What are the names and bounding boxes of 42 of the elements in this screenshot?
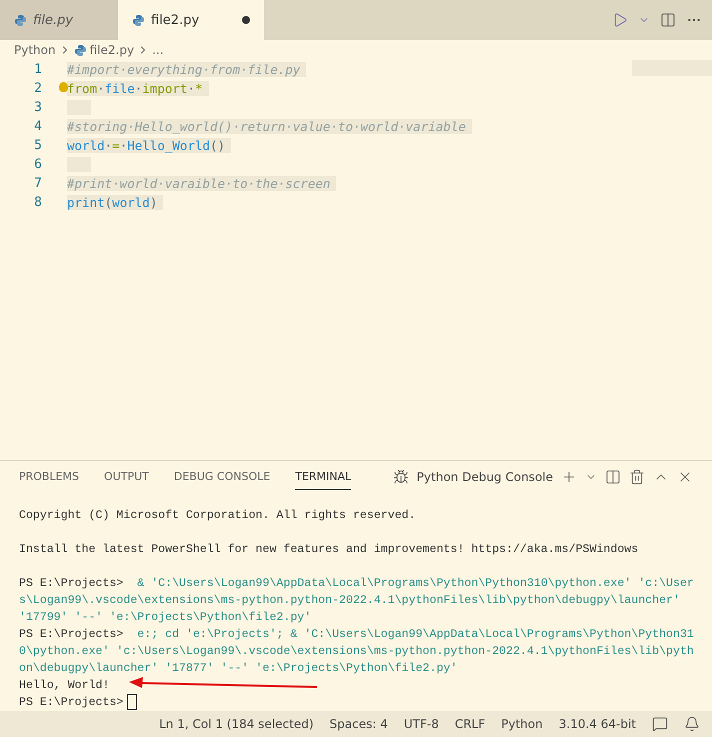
line-number: 3 xyxy=(33,100,42,115)
panel-tab[interactable]: TERMINAL xyxy=(295,464,352,490)
feedback-icon[interactable] xyxy=(652,716,668,732)
line-number: 6 xyxy=(33,157,42,172)
line-number: 8 xyxy=(33,195,42,210)
line-number: 4 xyxy=(33,119,42,134)
python-file-icon xyxy=(132,14,145,26)
bug-icon[interactable] xyxy=(392,468,409,485)
editor-tab[interactable]: file.py xyxy=(0,0,118,40)
status-item[interactable]: Python xyxy=(501,717,543,731)
panel-tab[interactable]: PROBLEMS xyxy=(19,464,80,490)
line-number: 5 xyxy=(33,138,42,153)
tab-label: file2.py xyxy=(151,12,200,28)
line-number: 1 xyxy=(33,62,42,77)
status-item[interactable]: Spaces: 4 xyxy=(330,717,388,731)
python-file-icon xyxy=(14,14,27,26)
tab-label: file.py xyxy=(33,12,74,28)
terminal-output: Install the latest PowerShell for new features and improvements! https://aka.ms/PSWindows xyxy=(19,542,638,556)
terminal-cursor xyxy=(127,694,138,710)
editor-tab[interactable]: file2.py xyxy=(118,0,264,40)
terminal-command: PS E:\Projects> e:; cd 'e:\Projects'; & 'C:\Users\Logan99\AppData\Local\Programs\Python\Python310\python.exe' 'c:\Users\Logan99\.vscode\extensions\ms-python.python-2022.4.1\pythonFiles\lib\python\debugpy\launcher' '17877' '--' 'e:\Projects\Python\file2.py' xyxy=(19,626,695,677)
python-file-icon xyxy=(74,44,87,56)
split-terminal-icon[interactable] xyxy=(605,468,621,485)
run-icon[interactable] xyxy=(612,12,628,28)
panel-tab[interactable]: DEBUG CONSOLE xyxy=(174,464,270,490)
breadcrumb[interactable]: Python xyxy=(14,43,56,57)
status-item[interactable]: UTF-8 xyxy=(404,717,439,731)
status-item[interactable]: CRLF xyxy=(454,717,486,731)
status-item[interactable]: Ln 1, Col 1 (184 selected) xyxy=(159,717,314,731)
terminal-prompt: PS E:\Projects> xyxy=(19,696,124,709)
terminal-output: Copyright (C) Microsoft Corporation. All rights reserved. xyxy=(19,508,416,522)
split-editor-icon[interactable] xyxy=(660,12,676,28)
breadcrumb[interactable]: file2.py xyxy=(90,43,134,57)
trash-icon[interactable] xyxy=(629,468,645,485)
panel-tab[interactable]: OUTPUT xyxy=(104,464,149,490)
status-item[interactable]: 3.10.4 64-bit xyxy=(558,717,636,731)
terminal-output: Hello, World! xyxy=(19,678,110,692)
bell-icon[interactable] xyxy=(684,716,700,732)
breadcrumb[interactable]: ... xyxy=(152,43,164,57)
line-number: 2 xyxy=(33,81,42,96)
terminal-name[interactable]: Python Debug Console xyxy=(416,470,553,484)
line-number: 7 xyxy=(33,176,42,191)
